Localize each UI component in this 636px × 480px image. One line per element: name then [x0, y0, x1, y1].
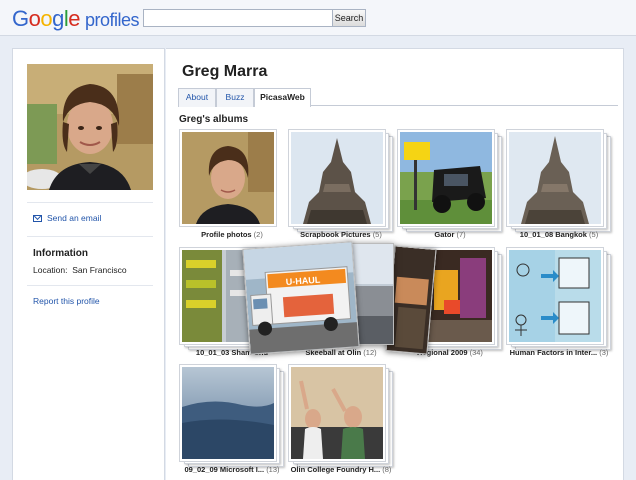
- report-profile-link[interactable]: Report this profile: [33, 296, 100, 306]
- location-value: San Francisco: [72, 265, 127, 275]
- album-thumbnail[interactable]: [289, 130, 385, 226]
- main-content: Greg Marra About Buzz PicasaWeb Greg's a…: [166, 48, 624, 480]
- album-caption[interactable]: Human Factors in Inter... (3): [507, 348, 611, 357]
- album-cover-image: [509, 132, 601, 224]
- album-count: (12): [363, 348, 377, 357]
- album-title: Profile photos: [201, 230, 252, 239]
- album-thumbnail[interactable]: [398, 130, 494, 226]
- location-label: Location:: [33, 265, 68, 275]
- album-caption[interactable]: Olin College Foundry H... (8): [289, 465, 393, 474]
- album-count: (5): [372, 230, 382, 239]
- profile-photo[interactable]: [27, 64, 153, 190]
- divider: [27, 202, 153, 203]
- album-cover-image: [291, 367, 383, 459]
- album-cover-image: [182, 132, 274, 224]
- information-heading: Information: [33, 248, 88, 259]
- moving-truck-image: U-HAUL: [243, 242, 360, 355]
- album-count: (34): [469, 348, 483, 357]
- album-title: Human Factors in Inter...: [509, 348, 598, 357]
- album-title: Scrapbook Pictures: [300, 230, 371, 239]
- album-thumbnail[interactable]: [180, 130, 276, 226]
- search-input[interactable]: [143, 9, 333, 27]
- google-profiles-logo[interactable]: Google profiles: [12, 6, 140, 32]
- search-button[interactable]: Search: [332, 9, 366, 27]
- divider: [27, 236, 153, 237]
- album-cover-featured[interactable]: U-HAUL: [242, 241, 360, 355]
- album-cover-image: [509, 250, 601, 342]
- album-count: (7): [456, 230, 466, 239]
- profile-sidebar: Send an email Information Location: San …: [12, 48, 165, 480]
- album-count: (8): [382, 465, 392, 474]
- logo-letter: o: [40, 6, 53, 31]
- album-caption[interactable]: Gator (7): [398, 230, 502, 239]
- albums-heading: Greg's albums: [179, 114, 249, 125]
- envelope-icon: [33, 214, 42, 222]
- location-row: Location: San Francisco: [33, 265, 127, 275]
- tab-about[interactable]: About: [178, 88, 216, 107]
- logo-letter: e: [68, 6, 81, 31]
- album-cover-image: [182, 367, 274, 459]
- album-cover-image: [400, 132, 492, 224]
- send-email-label: Send an email: [47, 213, 102, 223]
- album-caption[interactable]: 09_02_09 Microsoft I... (13): [180, 465, 284, 474]
- divider: [27, 285, 153, 286]
- profile-photo-image: [27, 64, 153, 190]
- album-thumbnail[interactable]: [507, 248, 603, 344]
- album-title: Olin College Foundry H...: [290, 465, 381, 474]
- tab-buzz[interactable]: Buzz: [216, 88, 254, 107]
- logo-letter: g: [52, 6, 64, 31]
- logo-word: profiles: [85, 10, 140, 30]
- album-caption[interactable]: 10_01_08 Bangkok (5): [507, 230, 611, 239]
- send-email-link[interactable]: Send an email: [33, 213, 101, 223]
- album-thumbnail[interactable]: [180, 365, 276, 461]
- tab-picasaweb[interactable]: PicasaWeb: [254, 88, 311, 107]
- logo-letter: G: [12, 6, 29, 31]
- album-thumbnail[interactable]: [289, 365, 385, 461]
- album-count: (3): [599, 348, 609, 357]
- album-title: Gator: [434, 230, 455, 239]
- album-count: (2): [253, 230, 263, 239]
- header: Google profiles Search: [0, 0, 636, 36]
- album-count: (13): [266, 465, 280, 474]
- album-caption[interactable]: Profile photos (2): [180, 230, 284, 239]
- page-title: Greg Marra: [182, 63, 268, 80]
- album-title: 09_02_09 Microsoft I...: [184, 465, 265, 474]
- album-thumbnail[interactable]: [507, 130, 603, 226]
- album-count: (5): [589, 230, 599, 239]
- album-title: 10_01_08 Bangkok: [519, 230, 587, 239]
- album-cover-image: [291, 132, 383, 224]
- logo-letter: o: [28, 6, 41, 31]
- album-caption[interactable]: Scrapbook Pictures (5): [289, 230, 393, 239]
- profile-tabs: About Buzz PicasaWeb: [178, 88, 618, 107]
